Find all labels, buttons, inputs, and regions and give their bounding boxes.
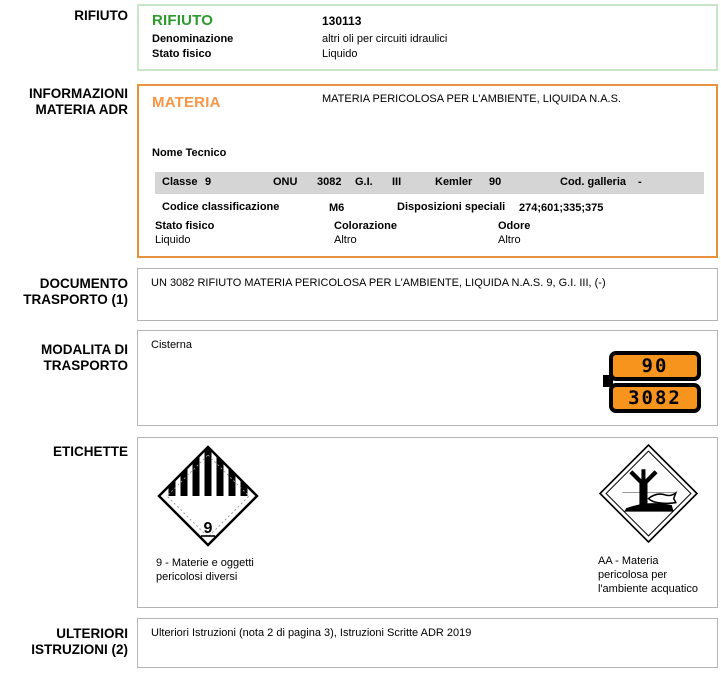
side-label-documento-trasporto: DOCUMENTO TRASPORTO (1) [0,276,128,308]
kemler-label: Kemler [435,176,472,188]
side-label-modalita-trasporto: MODALITA DI TRASPORTO [0,342,128,374]
stato-fisico-label: Stato fisico [155,220,214,232]
codice-classificazione-label: Codice classificazione [162,201,279,213]
class9-caption: 9 - Materie e oggetti pericolosi diversi [156,556,282,584]
documento-trasporto-panel: UN 3082 RIFIUTO MATERIA PERICOLOSA PER L… [137,268,718,321]
side-label-etichette: ETICHETTE [0,444,128,460]
rifiuto-stato-fisico-label: Stato fisico [152,48,211,60]
colorazione-value: Altro [334,234,357,246]
rifiuto-code: 130113 [322,14,361,28]
documento-trasporto-text: UN 3082 RIFIUTO MATERIA PERICOLOSA PER L… [151,277,701,289]
classe-value: 9 [205,176,211,188]
disposizioni-speciali-label: Disposizioni speciali [397,201,505,213]
materia-summary-bar: Classe 9 ONU 3082 G.I. III Kemler 90 Cod… [155,172,704,194]
adr-orange-plate-kemler: 90 [609,351,701,381]
adr-orange-plate-un-number: 3082 [609,383,701,413]
modalita-trasporto-text: Cisterna [151,339,192,351]
class9-hazard-label-icon: 9 [156,444,260,548]
aquatic-caption: AA - Materia pericolosa per l'ambiente a… [598,554,706,596]
rifiuto-header: RIFIUTO [152,12,213,29]
onu-value: 3082 [317,176,341,188]
rifiuto-denominazione-value: altri oli per circuiti idraulici [322,33,447,45]
colorazione-label: Colorazione [334,220,397,232]
onu-label: ONU [273,176,297,188]
materia-description: MATERIA PERICOLOSA PER L'AMBIENTE, LIQUI… [322,93,702,105]
nome-tecnico-label: Nome Tecnico [152,147,226,159]
rifiuto-panel: RIFIUTO 130113 Denominazione altri oli p… [137,4,718,71]
etichette-panel: 9 9 - Materie e oggetti pericolosi diver… [137,437,718,608]
cod-galleria-value: - [638,176,642,188]
aquatic-hazard-label-icon [596,441,701,546]
rifiuto-stato-fisico-value: Liquido [322,48,357,60]
ulteriori-istruzioni-text: Ulteriori Istruzioni (nota 2 di pagina 3… [151,627,701,639]
gi-label: G.I. [355,176,373,188]
modalita-trasporto-panel: Cisterna 90 3082 [137,330,718,426]
disposizioni-speciali-value: 274;601;335;375 [519,202,603,214]
kemler-value: 90 [489,176,501,188]
codice-classificazione-value: M6 [329,202,344,214]
side-label-ulteriori-istruzioni: ULTERIORI ISTRUZIONI (2) [0,626,128,658]
side-label-rifiuto: RIFIUTO [0,8,128,24]
stato-fisico-value: Liquido [155,234,190,246]
cod-galleria-label: Cod. galleria [560,176,626,188]
rifiuto-denominazione-label: Denominazione [152,33,233,45]
side-label-informazioni-materia-adr: INFORMAZIONI MATERIA ADR [0,86,128,118]
class9-digit: 9 [204,520,213,537]
odore-value: Altro [498,234,521,246]
gi-value: III [392,176,401,188]
materia-header: MATERIA [152,94,221,111]
classe-label: Classe [162,176,197,188]
odore-label: Odore [498,220,530,232]
materia-panel: MATERIA MATERIA PERICOLOSA PER L'AMBIENT… [137,84,718,258]
ulteriori-istruzioni-panel: Ulteriori Istruzioni (nota 2 di pagina 3… [137,618,718,668]
